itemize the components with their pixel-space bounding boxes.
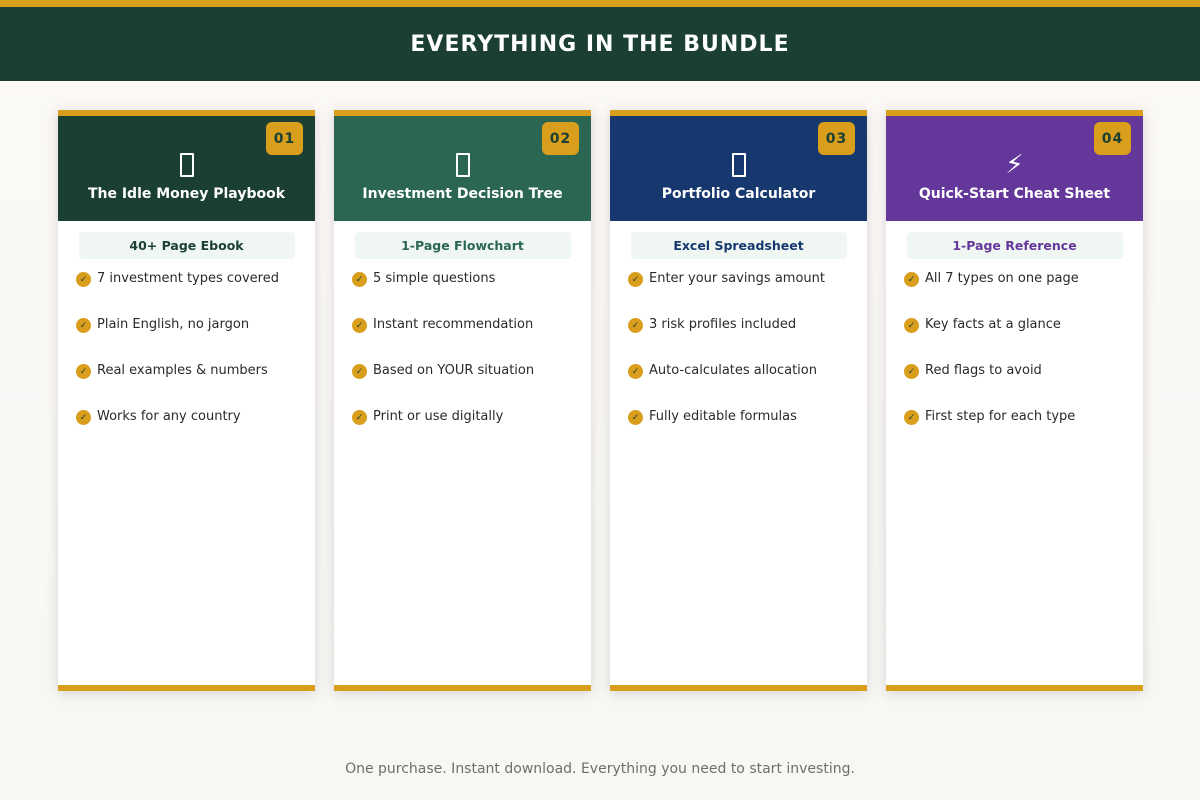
card-title: Investment Decision Tree [362,186,563,202]
feature-item: ✓ Real examples & numbers [76,363,315,409]
flowchart-icon [455,148,470,182]
bundle-card-playbook: 01 The Idle Money Playbook 40+ Page Eboo… [58,110,315,691]
check-icon: ✓ [628,272,643,287]
header-bar: EVERYTHING IN THE BUNDLE [0,0,1200,81]
feature-item: ✓ 3 risk profiles included [628,317,867,363]
feature-item: ✓ Print or use digitally [352,409,591,455]
card-header: 01 The Idle Money Playbook [58,116,315,221]
feature-text: Key facts at a glance [925,317,1061,332]
feature-text: Print or use digitally [373,409,504,424]
page-title: EVERYTHING IN THE BUNDLE [410,31,790,57]
feature-item: ✓ Enter your savings amount [628,271,867,317]
feature-item: ✓ Works for any country [76,409,315,455]
feature-list: ✓ Enter your savings amount ✓ 3 risk profi… [610,271,867,455]
card-format-tag: 1-Page Reference [906,232,1123,259]
bundle-card-calculator: 03 Portfolio Calculator Excel Spreadshee… [610,110,867,691]
card-header: 03 Portfolio Calculator [610,116,867,221]
check-icon: ✓ [352,272,367,287]
feature-text: 7 investment types covered [97,271,279,286]
feature-text: 5 simple questions [373,271,496,286]
check-icon: ✓ [76,318,91,333]
card-title: The Idle Money Playbook [87,186,286,202]
feature-text: 3 risk profiles included [649,317,797,332]
check-icon: ✓ [904,364,919,379]
calculator-icon [731,148,746,182]
card-format-tag: 1-Page Flowchart [354,232,571,259]
check-icon: ✓ [76,364,91,379]
feature-item: ✓ Auto-calculates allocation [628,363,867,409]
feature-list: ✓ All 7 types on one page ✓ Key facts at a… [886,271,1143,455]
check-icon: ✓ [76,272,91,287]
feature-item: ✓ All 7 types on one page [904,271,1143,317]
feature-text: Real examples & numbers [97,363,268,378]
feature-item: ✓ Key facts at a glance [904,317,1143,363]
feature-text: Fully editable formulas [649,409,797,424]
feature-list: ✓ 7 investment types covered ✓ Plain Engli… [58,271,315,455]
card-number-badge: 02 [542,122,579,155]
feature-text: Auto-calculates allocation [649,363,817,378]
feature-text: Instant recommendation [373,317,534,332]
feature-item: ✓ First step for each type [904,409,1143,455]
feature-text: All 7 types on one page [925,271,1079,286]
feature-item: ✓ Based on YOUR situation [352,363,591,409]
lightning-icon: ⚡ [1005,150,1024,180]
feature-item: ✓ Red flags to avoid [904,363,1143,409]
feature-text: Red flags to avoid [925,363,1042,378]
check-icon: ✓ [904,318,919,333]
check-icon: ✓ [628,364,643,379]
check-icon: ✓ [352,364,367,379]
book-icon [179,148,194,182]
check-icon: ✓ [628,410,643,425]
feature-item: ✓ 7 investment types covered [76,271,315,317]
footer-tagline: One purchase. Instant download. Everythi… [345,761,855,777]
feature-item: ✓ Plain English, no jargon [76,317,315,363]
bundle-card-decision-tree: 02 Investment Decision Tree 1-Page Flowc… [334,110,591,691]
card-title: Portfolio Calculator [661,186,816,202]
check-icon: ✓ [904,410,919,425]
feature-item: ✓ Instant recommendation [352,317,591,363]
feature-text: Based on YOUR situation [373,363,535,378]
feature-text: Enter your savings amount [649,271,825,286]
feature-item: ✓ 5 simple questions [352,271,591,317]
feature-item: ✓ Fully editable formulas [628,409,867,455]
card-number-badge: 04 [1094,122,1131,155]
card-number-badge: 03 [818,122,855,155]
feature-text: First step for each type [925,409,1076,424]
card-format-tag: 40+ Page Ebook [78,232,295,259]
check-icon: ✓ [904,272,919,287]
card-header: 02 Investment Decision Tree [334,116,591,221]
feature-list: ✓ 5 simple questions ✓ Instant recommendat… [334,271,591,455]
check-icon: ✓ [628,318,643,333]
card-header: 04 ⚡ Quick-Start Cheat Sheet [886,116,1143,221]
feature-text: Works for any country [97,409,241,424]
card-number-badge: 01 [266,122,303,155]
check-icon: ✓ [352,318,367,333]
card-title: Quick-Start Cheat Sheet [918,186,1111,202]
check-icon: ✓ [76,410,91,425]
feature-text: Plain English, no jargon [97,317,250,332]
card-format-tag: Excel Spreadsheet [630,232,847,259]
check-icon: ✓ [352,410,367,425]
bundle-card-cheat-sheet: 04 ⚡ Quick-Start Cheat Sheet 1-Page Refe… [886,110,1143,691]
